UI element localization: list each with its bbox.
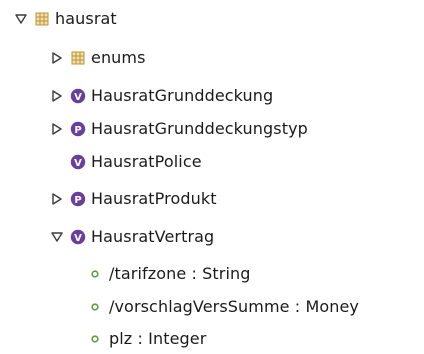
tree-node-hausratgrunddeckungstyp[interactable]: P HausratGrunddeckungstyp	[50, 116, 308, 142]
chevron-down-icon[interactable]	[14, 12, 28, 26]
svg-text:P: P	[74, 195, 81, 206]
attribute-icon	[90, 331, 100, 347]
tree-node-hausrat[interactable]: hausrat	[14, 6, 117, 32]
tree-node-enums[interactable]: enums	[50, 45, 146, 71]
chevron-right-icon[interactable]	[50, 89, 64, 103]
class-p-icon: P	[70, 121, 86, 137]
chevron-right-icon[interactable]	[50, 192, 64, 206]
model-tree: hausrat enums V HausratGrunddeckung P Ha…	[0, 0, 424, 354]
tree-node-label: hausrat	[55, 9, 117, 28]
package-icon	[34, 11, 50, 27]
chevron-down-icon[interactable]	[50, 230, 64, 244]
tree-node-hausratgrunddeckung[interactable]: V HausratGrunddeckung	[50, 83, 273, 109]
class-v-icon: V	[70, 229, 86, 245]
class-p-icon: P	[70, 191, 86, 207]
tree-node-label: plz : Integer	[109, 329, 207, 348]
tree-node-label: HausratProdukt	[91, 189, 217, 208]
tree-node-label: HausratGrunddeckungstyp	[91, 119, 308, 138]
attribute-icon	[90, 299, 100, 315]
tree-node-attribute[interactable]: /vorschlagVersSumme : Money	[90, 294, 359, 320]
chevron-right-icon[interactable]	[50, 51, 64, 65]
tree-node-attribute[interactable]: plz : Integer	[90, 326, 206, 352]
chevron-right-icon[interactable]	[50, 122, 64, 136]
tree-node-hausratvertrag[interactable]: V HausratVertrag	[50, 224, 214, 250]
package-icon	[70, 50, 86, 66]
svg-text:V: V	[74, 92, 82, 103]
class-v-icon: V	[70, 88, 86, 104]
svg-text:V: V	[74, 233, 82, 244]
tree-node-label: HausratGrunddeckung	[91, 86, 274, 105]
attribute-icon	[90, 266, 100, 282]
tree-node-label: HausratPolice	[91, 152, 202, 171]
tree-node-attribute[interactable]: /tarifzone : String	[90, 261, 251, 287]
tree-node-hausratpolice[interactable]: V HausratPolice	[50, 149, 202, 175]
svg-text:P: P	[74, 125, 81, 136]
tree-node-label: /tarifzone : String	[109, 264, 251, 283]
tree-node-label: /vorschlagVersSumme : Money	[109, 297, 359, 316]
tree-node-hausratprodukt[interactable]: P HausratProdukt	[50, 186, 217, 212]
tree-node-label: enums	[91, 48, 146, 67]
tree-node-label: HausratVertrag	[91, 227, 215, 246]
svg-text:V: V	[74, 158, 82, 169]
class-v-icon: V	[70, 154, 86, 170]
